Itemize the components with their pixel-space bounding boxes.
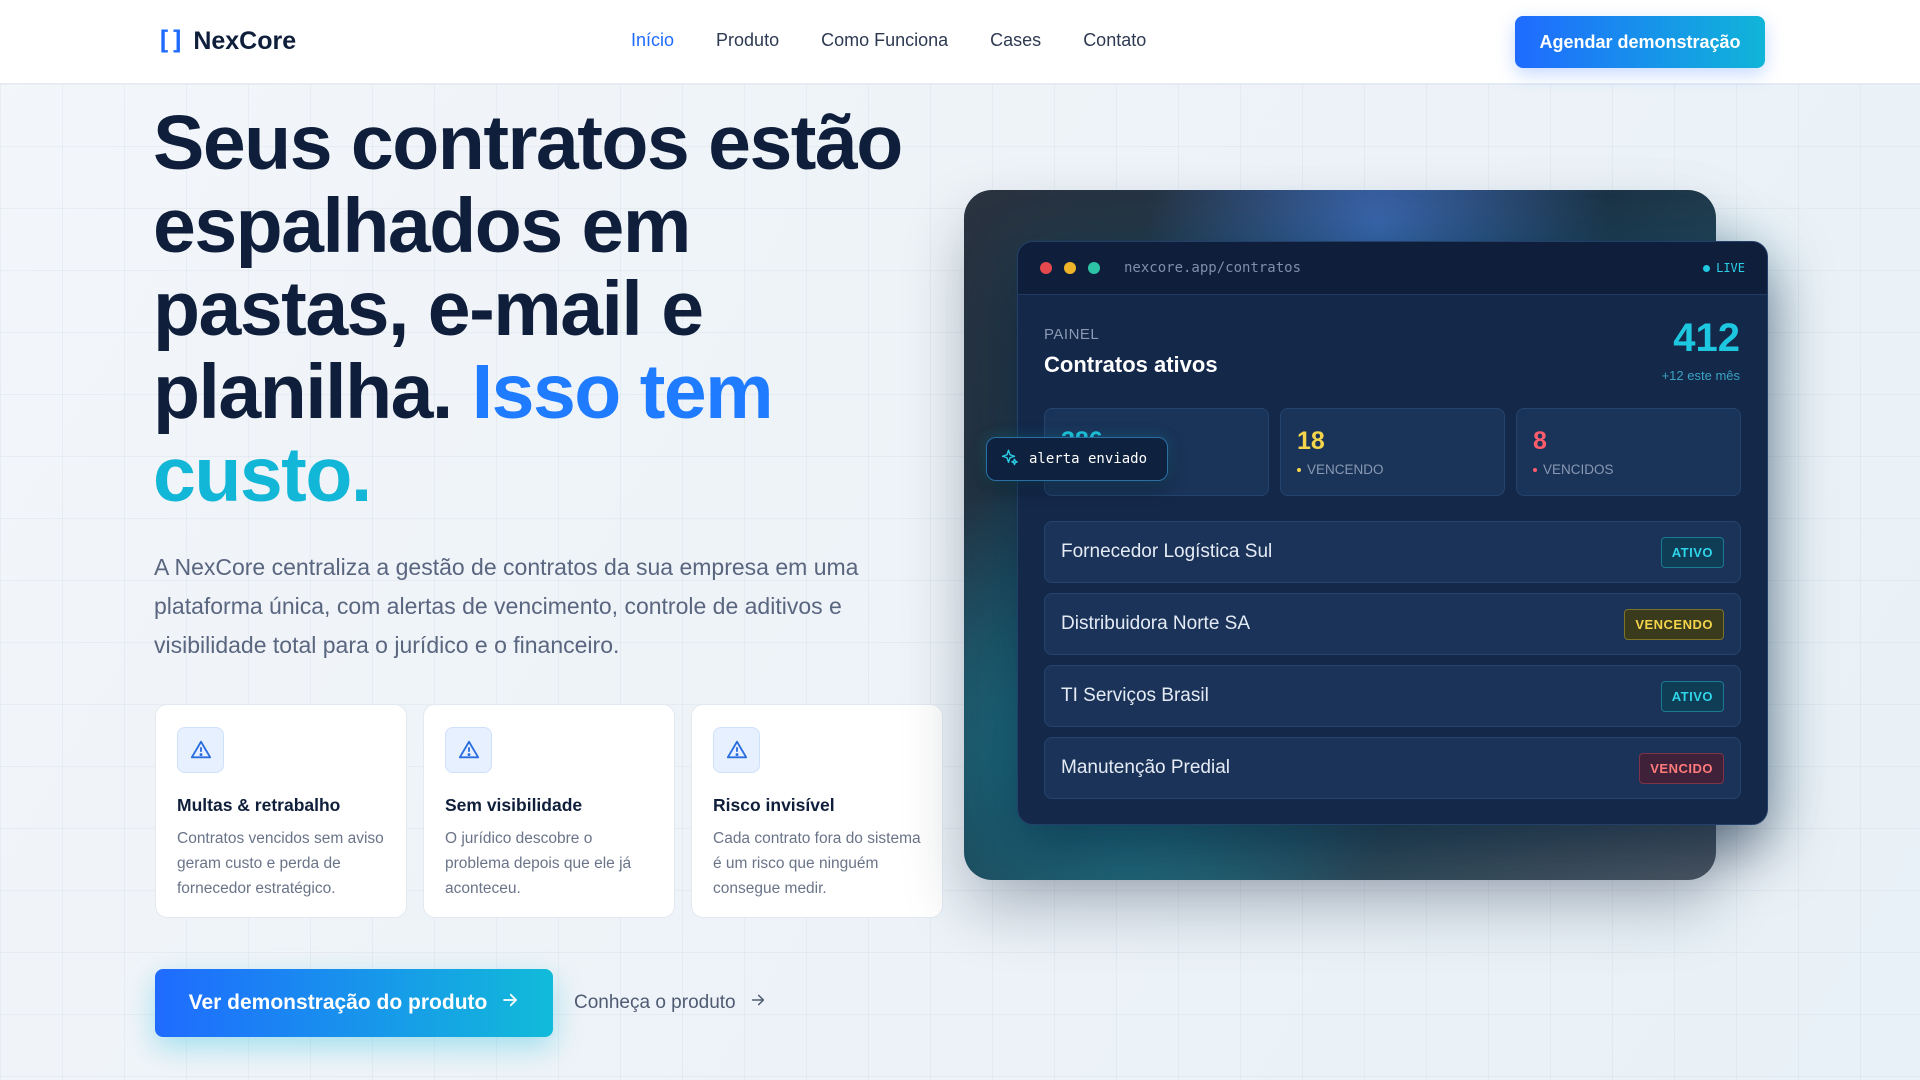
stat-label-text: VENCENDO	[1307, 462, 1384, 477]
view-demo-label: Ver demonstração do produto	[188, 991, 488, 1014]
status-badge: VENCIDO	[1639, 752, 1724, 784]
warning-icon	[713, 727, 760, 773]
contract-row[interactable]: Distribuidora Norte SA VENCENDO	[1044, 593, 1741, 655]
stat-value: 18	[1297, 427, 1325, 455]
pain-card-visibilidade: Sem visibilidade O jurídico descobre o p…	[423, 704, 675, 918]
live-dot-icon	[1703, 264, 1711, 272]
contract-row[interactable]: Fornecedor Logística Sul ATIVO	[1044, 521, 1741, 583]
window-dot-yellow	[1064, 262, 1076, 274]
logo-bracket-icon: []	[156, 26, 185, 56]
top-navbar: [] NexCore Início Produto Como Funciona …	[0, 0, 1920, 84]
stat-value: 8	[1533, 427, 1547, 455]
hero-title: Seus contratos estão espalhados em pasta…	[153, 102, 953, 517]
nav-link-cases[interactable]: Cases	[990, 30, 1041, 51]
schedule-demo-button[interactable]: Agendar demonstração	[1515, 16, 1765, 68]
stat-card-vencendo: 18 VENCENDO	[1280, 408, 1505, 496]
nav-link-inicio[interactable]: Início	[631, 30, 674, 51]
logo[interactable]: [] NexCore	[156, 26, 296, 56]
nav-link-como-funciona[interactable]: Como Funciona	[821, 30, 948, 51]
stat-label: VENCIDOS	[1533, 462, 1740, 477]
pain-point-cards: Multas & retrabalho Contratos vencidos s…	[155, 704, 943, 918]
live-indicator: LIVE	[1703, 261, 1745, 275]
hero-title-highlight-2: custo.	[153, 432, 372, 518]
pain-card-text: Contratos vencidos sem aviso geram custo…	[177, 830, 384, 897]
window-dot-green	[1088, 262, 1100, 274]
bullet-icon	[1533, 467, 1537, 472]
bullet-icon	[1297, 467, 1301, 472]
status-badge: VENCENDO	[1624, 608, 1724, 640]
contract-name: Fornecedor Logística Sul	[1061, 541, 1273, 562]
pain-card-text: Cada contrato fora do sistema é um risco…	[713, 830, 921, 897]
contracts-list: Fornecedor Logística Sul ATIVO Distribui…	[1044, 521, 1741, 809]
arrow-right-icon	[750, 992, 766, 1014]
contract-name: Manutenção Predial	[1061, 757, 1230, 778]
hero-title-highlight-1: Isso tem	[471, 349, 774, 435]
stat-label: VENCENDO	[1297, 462, 1504, 477]
learn-product-link[interactable]: Conheça o produto	[574, 992, 766, 1014]
panel-title: Contratos ativos	[1044, 352, 1218, 377]
nav-links: Início Produto Como Funciona Cases Conta…	[631, 30, 1146, 51]
pain-card-text: O jurídico descobre o problema depois qu…	[445, 830, 632, 897]
contract-row[interactable]: Manutenção Predial VENCIDO	[1044, 737, 1741, 799]
panel-label: PAINEL	[1044, 326, 1100, 343]
stat-label-text: VENCIDOS	[1543, 462, 1614, 477]
warning-icon	[177, 727, 224, 773]
status-badge: ATIVO	[1660, 680, 1724, 712]
learn-product-label: Conheça o produto	[574, 992, 736, 1013]
active-contracts-total: 412	[1673, 316, 1740, 360]
window-url: nexcore.app/contratos	[1124, 260, 1302, 276]
contract-name: Distribuidora Norte SA	[1061, 613, 1251, 634]
pain-card-title: Multas & retrabalho	[177, 795, 341, 815]
window-dot-red	[1040, 262, 1052, 274]
hero-subtitle: A NexCore centraliza a gestão de contrat…	[154, 554, 859, 658]
view-demo-button[interactable]: Ver demonstração do produto	[155, 969, 553, 1037]
active-contracts-delta: +12 este mês	[1661, 368, 1740, 383]
toast-label: alerta enviado	[1029, 451, 1148, 467]
nav-link-contato[interactable]: Contato	[1083, 30, 1146, 51]
stat-card-vencidos: 8 VENCIDOS	[1516, 408, 1741, 496]
live-label: LIVE	[1716, 261, 1745, 275]
alert-toast: alerta enviado	[986, 437, 1168, 481]
contract-name: TI Serviços Brasil	[1061, 685, 1209, 706]
pain-card-title: Sem visibilidade	[445, 795, 583, 815]
pain-card-title: Risco invisível	[713, 795, 835, 815]
status-badge: ATIVO	[1660, 536, 1724, 568]
sparkle-icon	[1001, 448, 1019, 470]
nav-link-produto[interactable]: Produto	[716, 30, 779, 51]
warning-icon	[445, 727, 492, 773]
pain-card-multas: Multas & retrabalho Contratos vencidos s…	[155, 704, 407, 918]
arrow-right-icon	[501, 991, 519, 1015]
contract-row[interactable]: TI Serviços Brasil ATIVO	[1044, 665, 1741, 727]
window-titlebar: nexcore.app/contratos LIVE	[1018, 242, 1767, 295]
pain-card-risco: Risco invisível Cada contrato fora do si…	[691, 704, 943, 918]
dashboard-mockup-window: nexcore.app/contratos LIVE PAINEL Contra…	[1017, 241, 1768, 825]
logo-text: NexCore	[193, 26, 297, 55]
